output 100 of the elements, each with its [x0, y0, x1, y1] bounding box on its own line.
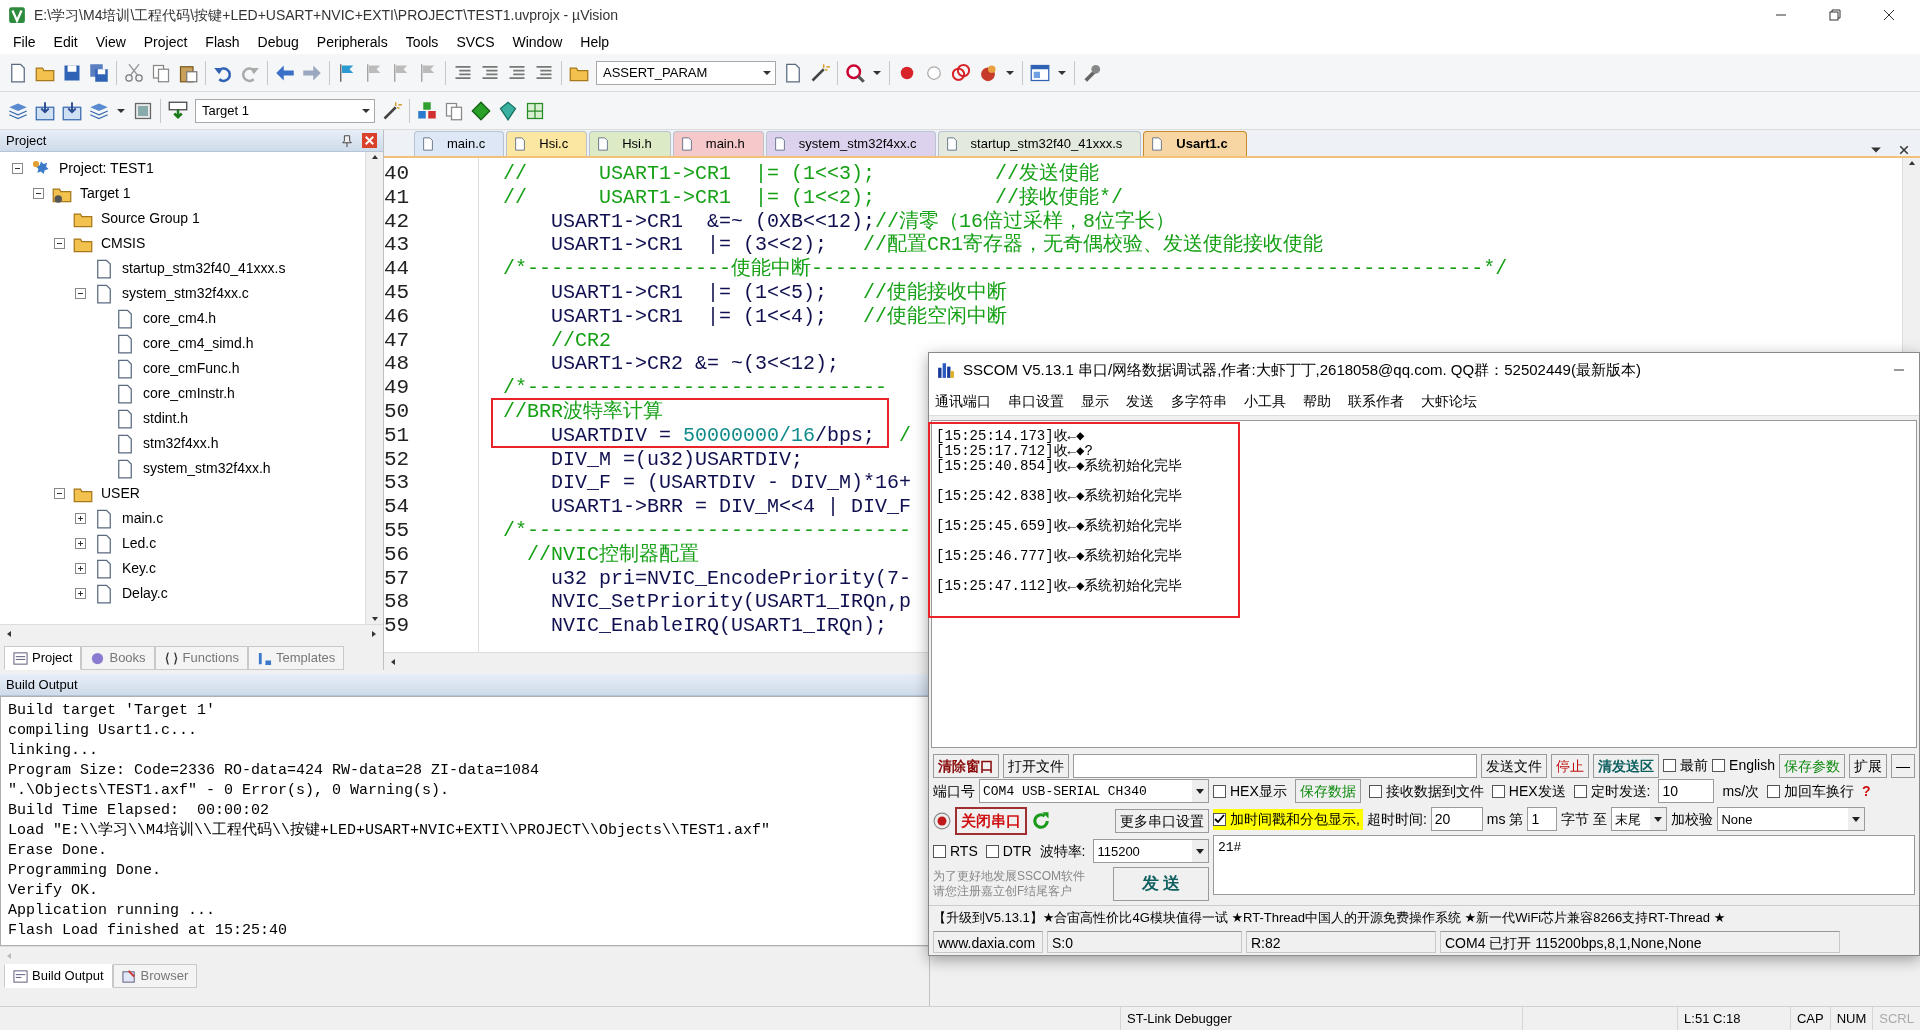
output-line: Verify OK. — [8, 881, 99, 901]
target-dropdown[interactable]: Target 1 — [195, 98, 375, 123]
button[interactable]: 扩展 — [1849, 753, 1887, 778]
menu-item[interactable]: 通讯端口 — [935, 390, 991, 412]
promo-text: 请您注册嘉立创F结尾客户 — [933, 884, 1073, 900]
send-text-field[interactable]: 21# — [1213, 835, 1915, 896]
panel-tab[interactable]: Build Output — [4, 964, 113, 988]
checkbox[interactable]: RTS — [933, 840, 978, 862]
tree-item[interactable]: Key.c — [122, 558, 156, 579]
button[interactable]: — — [1891, 753, 1915, 778]
menu-item[interactable]: Debug — [248, 29, 308, 55]
button[interactable]: 发 送 — [1113, 867, 1209, 902]
panel-tab[interactable]: Browser — [112, 964, 198, 988]
tree-item[interactable]: stdint.h — [143, 408, 189, 429]
tree-item[interactable]: Target 1 — [80, 183, 131, 204]
menu-item[interactable]: Window — [503, 29, 572, 55]
panel-tab[interactable]: Books — [81, 646, 155, 670]
output-line: Flash Load finished at 15:25:40 — [8, 921, 289, 941]
line-number: 40 — [384, 162, 410, 186]
help-mark[interactable]: ? — [1862, 780, 1871, 802]
button[interactable]: 关闭串口 — [955, 807, 1027, 836]
button[interactable]: 保存参数 — [1779, 753, 1845, 778]
button[interactable]: 更多串口设置 — [1115, 809, 1209, 834]
file-tab[interactable]: Usart1.c — [1143, 131, 1247, 156]
button[interactable]: 发送文件 — [1481, 753, 1548, 778]
input-field[interactable]: 20 — [1430, 807, 1483, 832]
tree-item[interactable]: USER — [101, 483, 140, 504]
menu-item[interactable]: File — [4, 29, 45, 55]
checkbox[interactable]: 加时间戳和分包显示, — [1213, 808, 1363, 830]
status-cell: R:82 — [1246, 931, 1436, 954]
menu-item[interactable]: Flash — [196, 29, 249, 55]
file-tab[interactable]: main.h — [672, 131, 764, 156]
tree-item[interactable]: core_cmFunc.h — [143, 358, 240, 379]
code-line: //BRR波特率计算 — [503, 399, 663, 424]
tree-item[interactable]: Project: TEST1 — [59, 158, 154, 179]
find-dropdown[interactable]: ASSERT_PARAM — [596, 60, 776, 85]
menu-item[interactable]: View — [86, 29, 135, 55]
tree-item[interactable]: core_cm4.h — [143, 308, 217, 329]
promo-text: 为了更好地发展SSCOM软件 — [933, 869, 1085, 885]
tree-item[interactable]: Delay.c — [122, 583, 168, 604]
file-tab[interactable]: Hsi.h — [589, 131, 671, 156]
checkbox[interactable]: HEX发送 — [1491, 780, 1566, 802]
tree-item[interactable]: CMSIS — [101, 233, 146, 254]
dropdown[interactable]: 末尾 — [1611, 807, 1668, 832]
output-line: Load "E:\\学习\\M4培训\\工程代码\\按键+LED+USART+NVIC+EXTI\\PROJECT\\Objects\\TEST1.axf" — [8, 821, 772, 841]
received-line: [15:25:45.659]收←◆系统初始化完毕 — [936, 519, 1184, 537]
panel-tab[interactable]: Templates — [248, 646, 345, 670]
menu-item[interactable]: 多字符串 — [1171, 390, 1227, 412]
checkbox[interactable]: DTR — [985, 840, 1032, 862]
checkbox[interactable]: 最前 — [1663, 755, 1709, 777]
menu-item[interactable]: Help — [571, 29, 619, 55]
label: 第 — [1509, 809, 1524, 829]
tree-item[interactable]: system_stm32f4xx.c — [122, 283, 249, 304]
button[interactable]: 清发送区 — [1593, 753, 1660, 778]
tree-item[interactable]: core_cm4_simd.h — [143, 333, 254, 354]
menu-item[interactable]: 联系作者 — [1348, 390, 1404, 412]
file-tab[interactable]: main.c — [414, 131, 505, 156]
line-number: 56 — [384, 542, 410, 567]
button[interactable]: 打开文件 — [1003, 753, 1069, 778]
line-number: 49 — [384, 376, 410, 400]
tree-item[interactable]: Led.c — [122, 533, 157, 554]
tree-item[interactable]: stm32f4xx.h — [143, 433, 219, 454]
menu-item[interactable]: Peripherals — [307, 29, 397, 55]
menu-item[interactable]: SVCS — [447, 29, 504, 55]
menu-item[interactable]: 大虾论坛 — [1421, 390, 1477, 412]
menu-item[interactable]: Project — [134, 29, 197, 55]
tree-item[interactable]: main.c — [122, 508, 164, 529]
menu-item[interactable]: Edit — [44, 29, 87, 55]
window-title: SSCOM V5.13.1 串口/网络数据调试器,作者:大虾丁丁,2618058@qq.com. QQ群：52502449(最新版本) — [963, 359, 1642, 380]
checkbox[interactable]: 定时发送: — [1573, 780, 1651, 802]
checkbox[interactable]: 加回车换行 — [1767, 780, 1855, 802]
line-number: 48 — [384, 352, 410, 377]
input-field[interactable]: 10 — [1658, 779, 1715, 804]
menu-item[interactable]: 帮助 — [1303, 390, 1331, 412]
dropdown[interactable]: 115200 — [1093, 839, 1209, 864]
menu-item[interactable]: 小工具 — [1244, 390, 1286, 412]
checkbox[interactable]: English — [1712, 755, 1775, 777]
file-tab[interactable]: system_stm32f4xx.c — [765, 131, 936, 156]
tree-item[interactable]: core_cmInstr.h — [143, 383, 235, 404]
dropdown[interactable]: COM4 USB-SERIAL CH340 — [979, 779, 1209, 804]
panel-tab[interactable]: Project — [4, 646, 82, 670]
button[interactable]: 清除窗口 — [933, 753, 999, 778]
tree-item[interactable]: startup_stm32f40_41xxx.s — [122, 258, 286, 279]
tree-item[interactable]: system_stm32f4xx.h — [143, 458, 271, 479]
menu-item[interactable]: 发送 — [1126, 390, 1154, 412]
menu-item[interactable]: Tools — [396, 29, 448, 55]
file-tab[interactable]: Hsi.c — [506, 131, 588, 156]
checkbox[interactable]: HEX显示 — [1213, 780, 1287, 802]
button[interactable]: 停止 — [1551, 753, 1590, 778]
checkbox[interactable]: 接收数据到文件 — [1368, 780, 1484, 802]
panel-tab[interactable]: Functions — [154, 646, 248, 670]
tree-item[interactable]: Source Group 1 — [101, 208, 200, 229]
line-number: 59 — [384, 614, 410, 638]
dropdown[interactable]: None — [1717, 807, 1866, 832]
line-number: 45 — [384, 281, 410, 305]
menu-item[interactable]: 串口设置 — [1008, 390, 1064, 412]
menu-item[interactable]: 显示 — [1081, 390, 1109, 412]
file-tab[interactable]: startup_stm32f40_41xxx.s — [937, 131, 1142, 156]
button[interactable]: 保存数据 — [1294, 779, 1361, 804]
input-field[interactable]: 1 — [1527, 807, 1558, 832]
